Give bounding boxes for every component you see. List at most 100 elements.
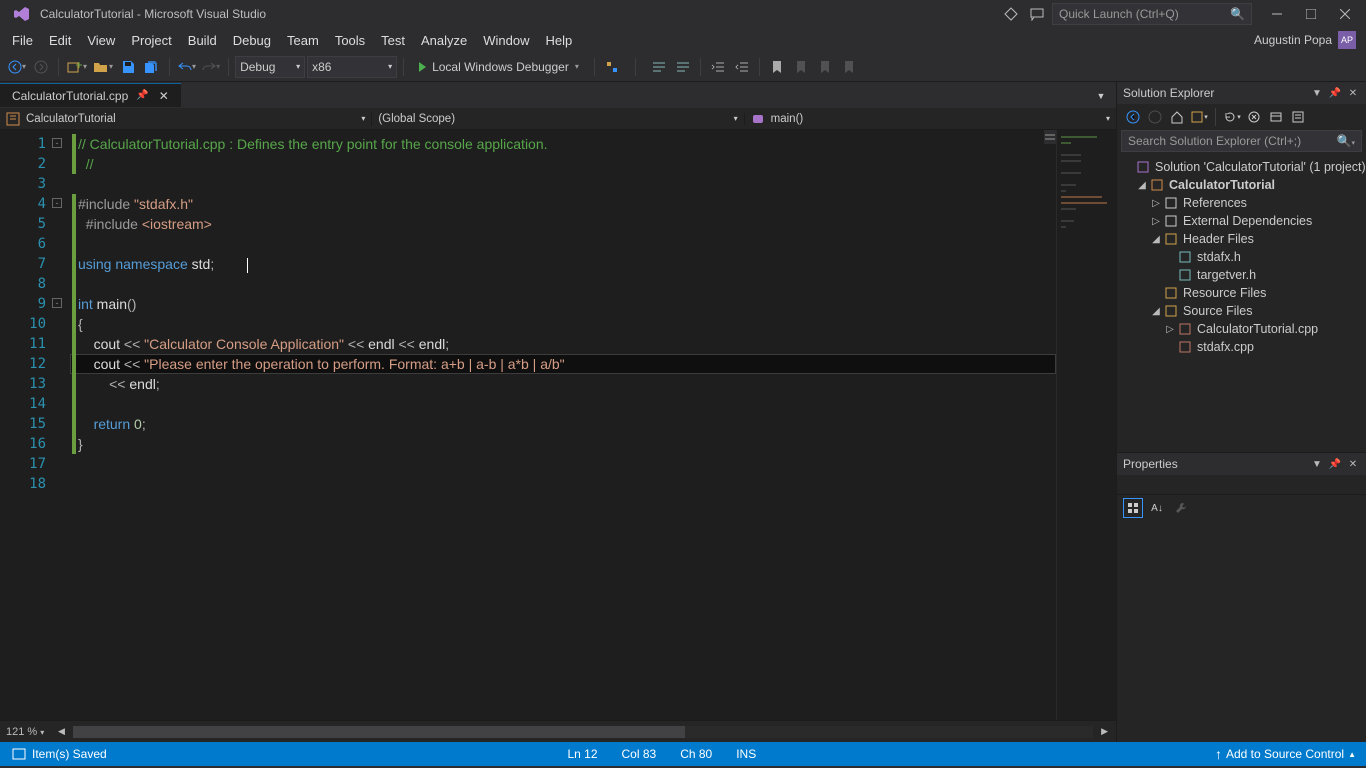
nav-member[interactable]: main() ▾ <box>745 112 1116 126</box>
menu-project[interactable]: Project <box>123 31 179 50</box>
nav-scope[interactable]: (Global Scope) ▾ <box>372 113 744 125</box>
categorize-icon[interactable] <box>1123 498 1143 518</box>
solution-tree[interactable]: Solution 'CalculatorTutorial' (1 project… <box>1117 156 1366 452</box>
nav-back-button[interactable]: ▾ <box>6 56 28 78</box>
user-avatar: AP <box>1338 31 1356 49</box>
feedback-icon[interactable] <box>1026 3 1048 25</box>
showall-icon[interactable] <box>1266 107 1286 127</box>
tree-node[interactable]: targetver.h <box>1117 266 1366 284</box>
maximize-button[interactable] <box>1294 2 1328 26</box>
window-title: CalculatorTutorial - Microsoft Visual St… <box>40 7 266 21</box>
main-area: CalculatorTutorial.cpp 📌 ✕ ▼ CalculatorT… <box>0 82 1366 742</box>
tree-node[interactable]: Resource Files <box>1117 284 1366 302</box>
wrench-icon[interactable] <box>1171 498 1191 518</box>
menu-team[interactable]: Team <box>279 31 327 50</box>
close-panel-icon[interactable]: ✕ <box>1346 457 1360 471</box>
pin-icon[interactable]: 📌 <box>1328 86 1342 100</box>
nav-fwd-button[interactable] <box>30 56 52 78</box>
tab-dropdown-button[interactable]: ▼ <box>1090 85 1112 107</box>
menu-help[interactable]: Help <box>538 31 581 50</box>
minimize-button[interactable] <box>1260 2 1294 26</box>
menu-view[interactable]: View <box>79 31 123 50</box>
tree-node[interactable]: ▷External Dependencies <box>1117 212 1366 230</box>
status-col: Col 83 <box>610 747 669 761</box>
user-account[interactable]: Augustin Popa AP <box>1254 31 1362 49</box>
save-all-button[interactable] <box>141 56 163 78</box>
properties-icon[interactable] <box>1288 107 1308 127</box>
pin-icon[interactable]: 📌 <box>1328 457 1342 471</box>
refresh-icon[interactable]: ▾ <box>1222 107 1242 127</box>
pin-icon[interactable]: 📌 <box>136 90 148 101</box>
prev-bookmark-button[interactable] <box>790 56 812 78</box>
zoom-level[interactable]: 121 % ▾ <box>6 726 56 738</box>
tree-node[interactable]: ▷CalculatorTutorial.cpp <box>1117 320 1366 338</box>
bookmark-button[interactable] <box>766 56 788 78</box>
scroll-left-button[interactable]: ◀ <box>56 726 67 737</box>
scroll-right-button[interactable]: ▶ <box>1099 726 1110 737</box>
menu-test[interactable]: Test <box>373 31 413 50</box>
tree-node[interactable]: ▷References <box>1117 194 1366 212</box>
platform-select[interactable]: x86▾ <box>307 56 397 78</box>
nav-bar: CalculatorTutorial ▾ (Global Scope) ▾ ma… <box>0 108 1116 130</box>
menu-build[interactable]: Build <box>180 31 225 50</box>
home-icon[interactable] <box>1167 107 1187 127</box>
tree-node[interactable]: ◢Source Files <box>1117 302 1366 320</box>
step-over-button[interactable] <box>601 56 623 78</box>
tree-node[interactable]: ◢Header Files <box>1117 230 1366 248</box>
next-bookmark-button[interactable] <box>814 56 836 78</box>
status-bar: Item(s) Saved Ln 12 Col 83 Ch 80 INS ↑ A… <box>0 742 1366 766</box>
tree-node[interactable]: stdafx.h <box>1117 248 1366 266</box>
quick-launch-input[interactable]: Quick Launch (Ctrl+Q) 🔍 <box>1052 3 1252 25</box>
undo-button[interactable]: ▾ <box>176 56 198 78</box>
save-button[interactable] <box>117 56 139 78</box>
menu-window[interactable]: Window <box>475 31 537 50</box>
comment-button[interactable] <box>648 56 670 78</box>
alpha-sort-icon[interactable]: A↓ <box>1147 498 1167 518</box>
tab-label: CalculatorTutorial.cpp <box>12 89 128 103</box>
panel-dropdown-icon[interactable]: ▼ <box>1310 86 1324 100</box>
menu-bar: FileEditViewProjectBuildDebugTeamToolsTe… <box>0 28 1366 52</box>
menu-analyze[interactable]: Analyze <box>413 31 475 50</box>
outdent-button[interactable] <box>731 56 753 78</box>
properties-header[interactable]: Properties ▼ 📌 ✕ <box>1117 453 1366 475</box>
user-name: Augustin Popa <box>1254 33 1332 47</box>
close-panel-icon[interactable]: ✕ <box>1346 86 1360 100</box>
menu-debug[interactable]: Debug <box>225 31 279 50</box>
close-button[interactable] <box>1328 2 1362 26</box>
solution-search-input[interactable]: Search Solution Explorer (Ctrl+;) 🔍▾ <box>1121 130 1362 152</box>
menu-file[interactable]: File <box>4 31 41 50</box>
uncomment-button[interactable] <box>672 56 694 78</box>
solution-explorer-toolbar: ▾ ▾ <box>1117 104 1366 130</box>
code-editor[interactable]: 1-234-56789-101112131415161718 // Calcul… <box>0 130 1116 720</box>
close-tab-button[interactable]: ✕ <box>157 89 171 103</box>
collapse-icon[interactable] <box>1244 107 1264 127</box>
start-debug-button[interactable]: Local Windows Debugger ▾ <box>410 56 588 78</box>
title-bar: CalculatorTutorial - Microsoft Visual St… <box>0 0 1366 28</box>
solution-explorer-header[interactable]: Solution Explorer ▼ 📌 ✕ <box>1117 82 1366 104</box>
tab-calculatortutorial[interactable]: CalculatorTutorial.cpp 📌 ✕ <box>0 83 181 107</box>
menu-tools[interactable]: Tools <box>327 31 373 50</box>
indent-button[interactable] <box>707 56 729 78</box>
config-select[interactable]: Debug▾ <box>235 56 305 78</box>
quick-launch-placeholder: Quick Launch (Ctrl+Q) <box>1059 7 1179 21</box>
back-icon[interactable] <box>1123 107 1143 127</box>
source-control-button[interactable]: ↑ Add to Source Control ▲ <box>1205 746 1366 762</box>
redo-button[interactable]: ▾ <box>200 56 222 78</box>
open-button[interactable]: ▾ <box>91 56 115 78</box>
notifications-icon[interactable] <box>1000 3 1022 25</box>
sync-icon[interactable]: ▾ <box>1189 107 1209 127</box>
status-ch: Ch 80 <box>668 747 724 761</box>
tree-node[interactable]: Solution 'CalculatorTutorial' (1 project… <box>1117 158 1366 176</box>
new-project-button[interactable]: ▾ <box>65 56 89 78</box>
play-icon <box>419 62 426 72</box>
menu-edit[interactable]: Edit <box>41 31 79 50</box>
clear-bookmark-button[interactable] <box>838 56 860 78</box>
document-tabs: CalculatorTutorial.cpp 📌 ✕ ▼ <box>0 82 1116 108</box>
panel-dropdown-icon[interactable]: ▼ <box>1310 457 1324 471</box>
tree-node[interactable]: stdafx.cpp <box>1117 338 1366 356</box>
minimap[interactable] <box>1056 130 1116 720</box>
tree-node[interactable]: ◢CalculatorTutorial <box>1117 176 1366 194</box>
fwd-icon[interactable] <box>1145 107 1165 127</box>
nav-project[interactable]: CalculatorTutorial ▾ <box>0 112 372 126</box>
horizontal-scrollbar[interactable] <box>73 726 1093 738</box>
